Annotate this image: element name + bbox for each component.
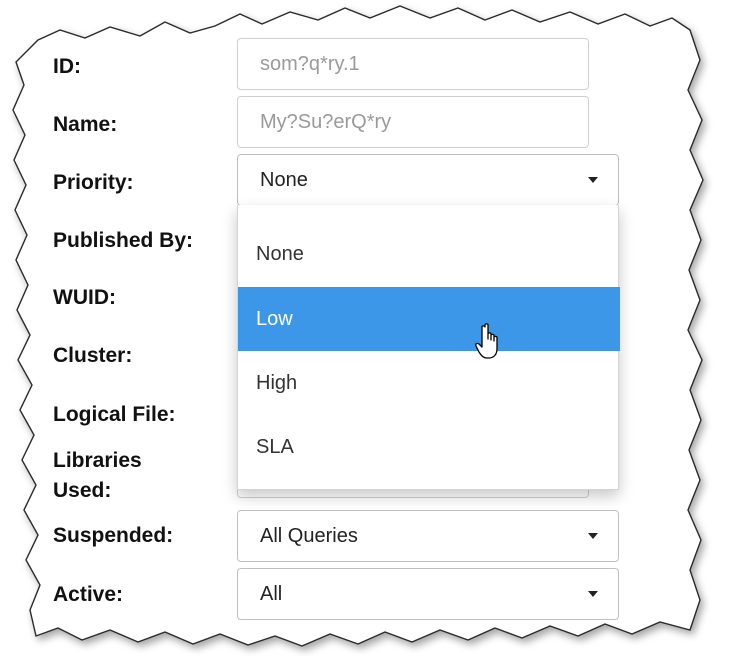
priority-label: Priority:	[53, 171, 134, 194]
wuid-label: WUID:	[53, 286, 116, 309]
libraries-used-label-line2: Used:	[53, 479, 112, 502]
priority-select[interactable]: None	[237, 154, 619, 206]
logical-file-label: Logical File:	[53, 403, 176, 426]
id-input[interactable]: som?q*ry.1	[237, 38, 589, 90]
priority-select-value: None	[260, 169, 308, 191]
priority-option-low[interactable]: Low	[238, 287, 620, 351]
priority-option-none[interactable]: None	[238, 222, 620, 286]
name-input[interactable]: My?Su?erQ*ry	[237, 96, 589, 148]
caret-down-icon	[588, 533, 598, 539]
query-filter-form: ID: som?q*ry.1 Name: My?Su?erQ*ry Priori…	[0, 0, 736, 656]
suspended-label: Suspended:	[53, 524, 174, 547]
active-select-value: All	[260, 583, 283, 605]
active-select[interactable]: All	[237, 568, 619, 620]
suspended-select[interactable]: All Queries	[237, 510, 619, 562]
name-label: Name:	[53, 113, 118, 136]
cluster-label: Cluster:	[53, 344, 133, 367]
active-label: Active:	[53, 583, 124, 606]
hand-pointer-cursor-icon	[475, 323, 498, 359]
caret-down-icon	[588, 591, 598, 597]
priority-option-sla[interactable]: SLA	[238, 415, 620, 479]
id-label: ID:	[53, 55, 81, 78]
caret-down-icon	[588, 177, 598, 183]
priority-dropdown-menu: None Low High SLA	[237, 205, 620, 490]
published-by-label: Published By:	[53, 229, 194, 252]
priority-option-high[interactable]: High	[238, 351, 620, 415]
suspended-select-value: All Queries	[260, 525, 358, 547]
libraries-used-label-line1: Libraries	[53, 449, 142, 472]
